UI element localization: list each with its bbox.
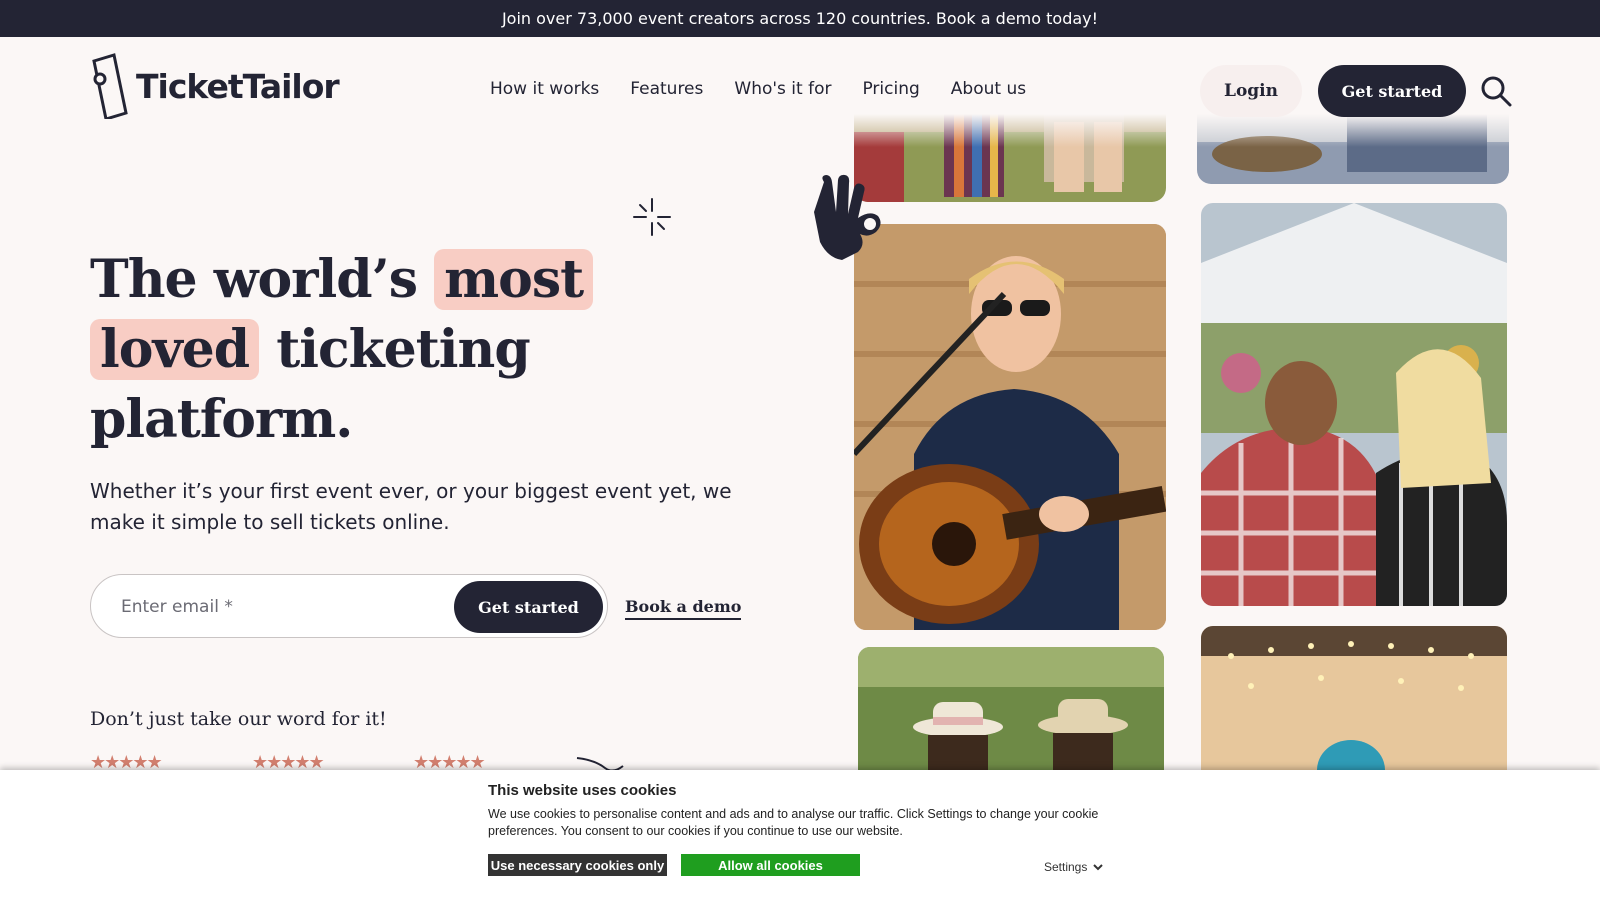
nav-features[interactable]: Features bbox=[630, 79, 703, 99]
sparkle-icon bbox=[633, 198, 671, 236]
logo-text: TicketTailor bbox=[136, 66, 340, 106]
cookie-title: This website uses cookies bbox=[488, 782, 677, 799]
hero-subtitle: Whether it’s your first event ever, or y… bbox=[90, 479, 732, 534]
photo-lights-bottom-right bbox=[1201, 626, 1507, 770]
login-button[interactable]: Login bbox=[1200, 65, 1302, 117]
reviews-title: Don’t just take our word for it! bbox=[90, 708, 387, 730]
email-input[interactable] bbox=[121, 591, 411, 623]
announcement-text[interactable]: Join over 73,000 event creators across 1… bbox=[502, 9, 1098, 28]
hero-title-highlight-loved: loved bbox=[90, 319, 260, 380]
book-demo-link[interactable]: Book a demo bbox=[625, 597, 742, 620]
get-started-form-button[interactable]: Get started bbox=[454, 581, 603, 633]
announcement-bar[interactable]: Join over 73,000 event creators across 1… bbox=[0, 0, 1600, 37]
site-header: TicketTailor How it works Features Who's… bbox=[0, 37, 1600, 147]
search-icon[interactable] bbox=[1480, 75, 1512, 107]
main-nav: How it works Features Who's it for Prici… bbox=[490, 79, 1026, 99]
hero-title-highlight-most: most bbox=[434, 249, 594, 310]
photo-crowd-festival bbox=[1201, 203, 1507, 606]
ticket-logo-icon bbox=[92, 53, 128, 119]
nav-about-us[interactable]: About us bbox=[951, 79, 1026, 99]
email-signup-form: Get started bbox=[90, 574, 608, 638]
get-started-header-button[interactable]: Get started bbox=[1318, 65, 1466, 117]
nav-whos-it-for[interactable]: Who's it for bbox=[734, 79, 831, 99]
nav-how-it-works[interactable]: How it works bbox=[490, 79, 599, 99]
cookie-banner: This website uses cookies We use cookies… bbox=[0, 770, 1600, 900]
chevron-down-icon bbox=[1093, 864, 1104, 871]
photo-singer-guitar bbox=[854, 224, 1166, 630]
photo-hats-bottom-left bbox=[858, 647, 1164, 770]
allow-all-cookies-button[interactable]: Allow all cookies bbox=[681, 854, 860, 876]
nav-pricing[interactable]: Pricing bbox=[862, 79, 919, 99]
cookie-settings-toggle[interactable]: Settings bbox=[1044, 860, 1104, 874]
logo[interactable]: TicketTailor bbox=[90, 53, 340, 119]
hero-title-part1: The world’s bbox=[90, 249, 435, 310]
hero-title: The world’s most loved ticketing platform… bbox=[90, 245, 730, 455]
necessary-cookies-button[interactable]: Use necessary cookies only bbox=[488, 854, 667, 876]
hand-ok-icon bbox=[814, 174, 881, 260]
cookie-settings-label: Settings bbox=[1044, 860, 1088, 874]
cookie-text: We use cookies to personalise content an… bbox=[488, 807, 1099, 838]
